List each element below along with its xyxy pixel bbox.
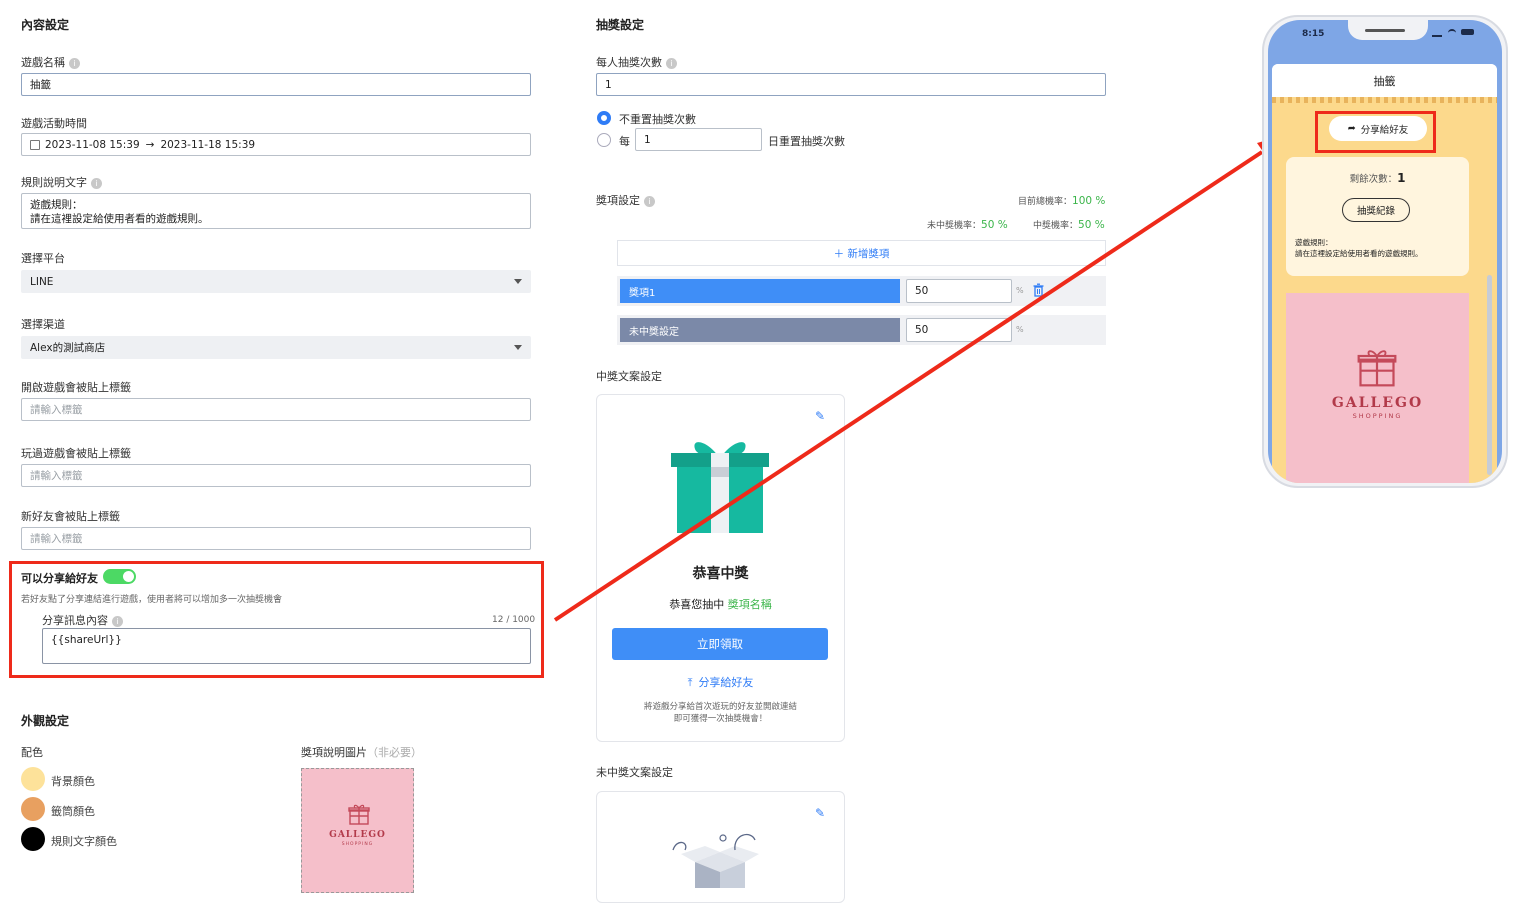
wifi-icon (1448, 29, 1456, 37)
phone-info-card: 剩餘次數：1 抽獎紀錄 遊戲規則： 請在這裡設定給使用者看的遊戲規則。 (1286, 157, 1469, 276)
remaining-count: 剩餘次數：1 (1286, 171, 1469, 185)
battery-icon (1461, 29, 1474, 35)
speaker-icon (1365, 29, 1405, 32)
remaining-label: 剩餘次數： (1349, 174, 1398, 185)
phone-share-highlight-box (1315, 111, 1436, 153)
remaining-value: 1 (1397, 171, 1406, 185)
phone-rules-line: 遊戲規則： (1295, 238, 1333, 247)
decor-border (1272, 97, 1497, 103)
phone-rules: 遊戲規則： 請在這裡設定給使用者看的遊戲規則。 (1295, 237, 1423, 259)
phone-rules-line: 請在這裡設定給使用者看的遊戲規則。 (1295, 249, 1423, 258)
phone-prize-image: GALLEGO SHOPPING (1286, 293, 1469, 483)
phone-screen: 8:15 抽籤 ➦ 分享給好友 剩餘次數：1 抽獎紀錄 遊戲規則： 請在這裡設定給… (1268, 20, 1502, 483)
phone-scrollbar[interactable] (1487, 275, 1492, 475)
phone-title: 抽籤 (1272, 64, 1497, 97)
record-button[interactable]: 抽獎紀錄 (1342, 198, 1410, 222)
brand-name: GALLEGO (1331, 395, 1424, 411)
phone-time: 8:15 (1302, 29, 1325, 39)
phone-notch (1348, 20, 1428, 40)
brand-sub: SHOPPING (1352, 412, 1403, 420)
gift-logo-icon (1357, 350, 1397, 387)
signal-icon (1432, 29, 1442, 37)
phone-body: ➦ 分享給好友 剩餘次數：1 抽獎紀錄 遊戲規則： 請在這裡設定給使用者看的遊戲規… (1272, 97, 1497, 483)
